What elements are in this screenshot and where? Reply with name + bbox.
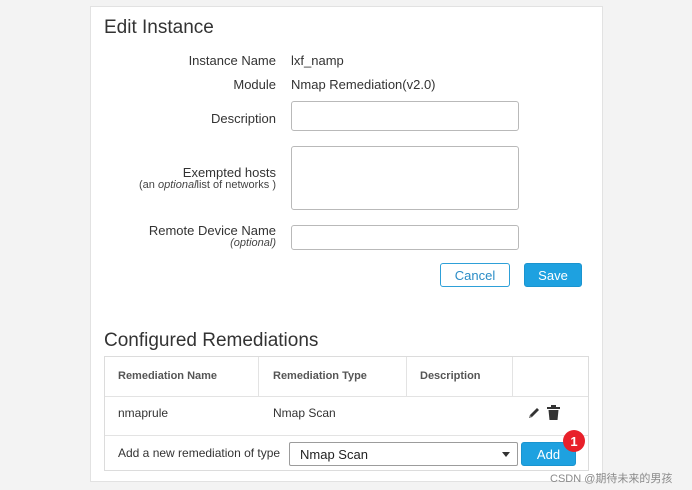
row-divider [105,435,588,436]
chevron-down-icon [502,452,510,457]
exempted-hosts-hint-emphasis: optional [157,179,197,191]
column-divider [258,357,259,396]
save-button[interactable]: Save [524,263,582,287]
remote-device-label: Remote Device Name [148,223,276,238]
instance-name-label: Instance Name [188,53,276,68]
description-label: Description [210,111,276,126]
remote-device-hint: (optional) [230,237,276,249]
cancel-button[interactable]: Cancel [440,263,510,287]
remediation-row-name: nmaprule [118,406,169,420]
add-remediation-label: Add a new remediation of type [118,446,281,460]
remediations-table: Remediation Name Remediation Type Descri… [104,356,589,471]
column-divider [406,357,407,396]
step-badge: 1 [563,430,585,452]
remediations-title: Configured Remediations [104,330,319,351]
exempted-hosts-hint-post: list of networks ) [196,179,276,191]
exempted-hosts-textarea[interactable] [291,146,519,210]
trash-icon[interactable] [547,405,560,420]
column-divider [512,357,513,396]
column-header-name: Remediation Name [118,370,218,382]
row-divider [105,396,588,397]
page-title: Edit Instance [104,17,214,38]
remediation-row-type: Nmap Scan [273,406,336,420]
instance-name-value: lxf_namp [291,53,344,68]
column-header-type: Remediation Type [273,370,367,382]
remote-device-input[interactable] [291,225,519,250]
description-input[interactable] [291,101,519,131]
exempted-hosts-hint: (an optionallist of networks ) [139,179,276,191]
module-label: Module [233,77,276,92]
edit-instance-panel: Edit Instance Instance Name lxf_namp Mod… [90,6,603,482]
remediation-type-select[interactable]: Nmap Scan [289,442,518,466]
pencil-icon[interactable] [527,406,541,420]
watermark: CSDN @期待未来的男孩 [550,473,673,485]
module-value: Nmap Remediation(v2.0) [291,77,436,92]
exempted-hosts-hint-pre: (an [139,179,158,191]
exempted-hosts-label: Exempted hosts [182,165,276,180]
remediation-type-select-value: Nmap Scan [300,447,368,462]
remote-device-hint-text: (optional) [230,237,276,249]
column-header-description: Description [420,370,481,382]
